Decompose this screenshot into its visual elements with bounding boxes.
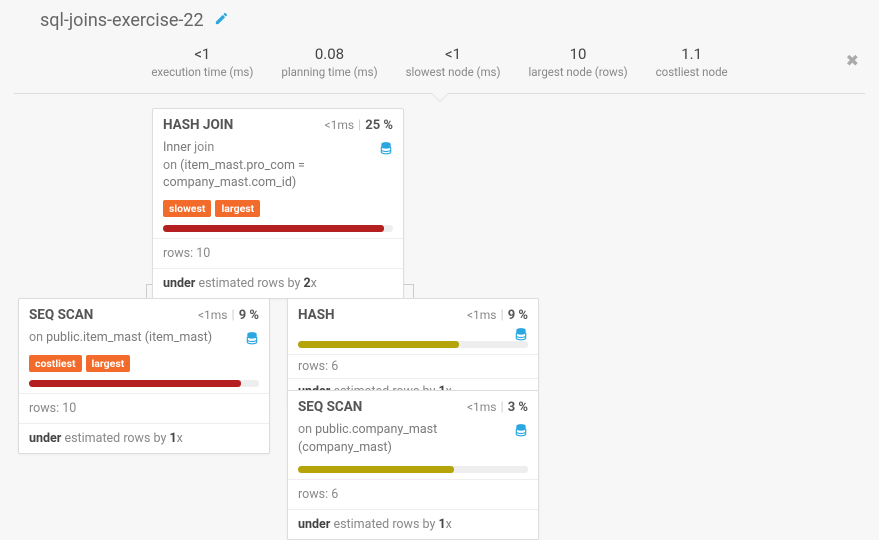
plan-canvas: HASH JOIN <1ms | 25 % Inner join on (ite… — [0, 94, 879, 524]
node-percent: 9 % — [508, 308, 528, 323]
progress-bar — [163, 225, 384, 232]
node-seq-scan-company[interactable]: SEQ SCAN <1ms | 3 % on public.company_ma… — [287, 390, 539, 540]
metric-largest-node: 10 largest node (rows) — [528, 45, 627, 79]
database-icon — [514, 325, 528, 343]
node-seq-scan-item[interactable]: SEQ SCAN <1ms | 9 % on public.item_mast … — [18, 298, 270, 454]
database-icon — [514, 421, 528, 439]
metric-label: costliest node — [656, 65, 728, 79]
metric-label: largest node (rows) — [528, 65, 627, 79]
metric-value: 1.1 — [656, 45, 728, 63]
metric-value: 0.08 — [281, 45, 377, 63]
progress-bar — [298, 466, 454, 473]
database-icon — [379, 139, 393, 157]
rows-info: rows: 10 — [19, 394, 269, 423]
rows-info: rows: 10 — [153, 239, 403, 268]
header: sql-joins-exercise-22 — [0, 0, 879, 37]
node-time: <1ms — [198, 308, 228, 322]
node-time: <1ms — [467, 400, 497, 414]
progress-bar — [29, 380, 241, 387]
progress-bar — [298, 341, 459, 348]
node-time: <1ms — [467, 308, 497, 322]
metric-label: execution time (ms) — [151, 65, 253, 79]
tag-largest: largest — [86, 355, 131, 372]
metric-value: 10 — [528, 45, 627, 63]
node-percent: 3 % — [508, 400, 528, 415]
metric-value: <1 — [406, 45, 501, 63]
node-time: <1ms — [324, 118, 354, 132]
metric-costliest-node: 1.1 costliest node — [656, 45, 728, 79]
estimate-info: under estimated rows by 2x — [153, 269, 403, 298]
estimate-info: under estimated rows by 1x — [288, 510, 538, 539]
connector — [413, 284, 414, 298]
estimate-info: under estimated rows by 1x — [19, 424, 269, 453]
node-title: HASH JOIN — [163, 117, 324, 133]
metric-execution-time: <1 execution time (ms) — [151, 45, 253, 79]
close-icon[interactable]: ✖ — [846, 51, 859, 70]
metric-label: planning time (ms) — [281, 65, 377, 79]
tag-slowest: slowest — [163, 200, 211, 217]
node-title: SEQ SCAN — [29, 307, 198, 323]
node-title: HASH — [298, 307, 467, 323]
metric-slowest-node: <1 slowest node (ms) — [406, 45, 501, 79]
node-percent: 25 % — [365, 118, 393, 133]
node-hash-join[interactable]: HASH JOIN <1ms | 25 % Inner join on (ite… — [152, 108, 404, 299]
rows-info: rows: 6 — [288, 355, 538, 378]
metric-planning-time: 0.08 planning time (ms) — [281, 45, 377, 79]
node-percent: 9 % — [239, 308, 259, 323]
rows-info: rows: 6 — [288, 480, 538, 509]
tag-largest: largest — [215, 200, 260, 217]
tag-costliest: costliest — [29, 355, 82, 372]
metric-label: slowest node (ms) — [406, 65, 501, 79]
database-icon — [245, 329, 259, 347]
metric-value: <1 — [151, 45, 253, 63]
node-title: SEQ SCAN — [298, 399, 467, 415]
metrics-bar: <1 execution time (ms) 0.08 planning tim… — [14, 37, 865, 94]
edit-icon[interactable] — [214, 11, 229, 30]
page-title: sql-joins-exercise-22 — [40, 10, 204, 31]
